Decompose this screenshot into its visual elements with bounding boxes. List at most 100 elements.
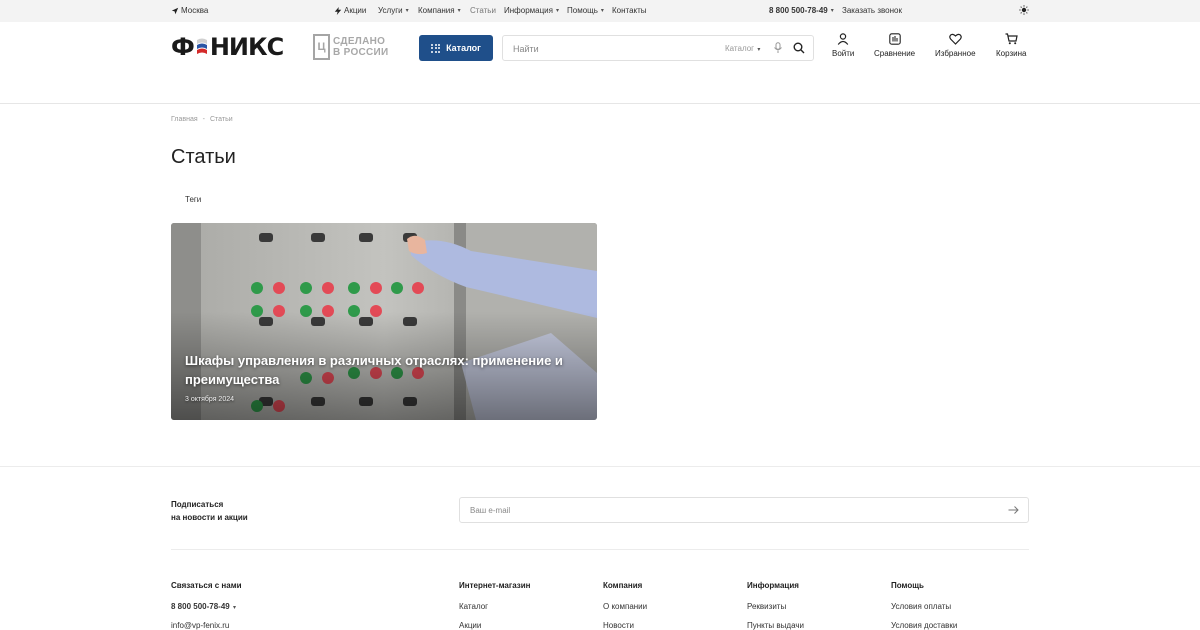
nav-label: Контакты (612, 6, 647, 15)
footer-heading: Связаться с нами (171, 581, 242, 590)
nav-label: Помощь (567, 6, 598, 15)
subscribe-label: Подписаться на новости и акции (171, 498, 291, 524)
chevron-down-icon: ▾ (600, 8, 604, 14)
footer-link[interactable]: Реквизиты (747, 602, 804, 621)
footer-column-help: Помощь Условия оплаты Условия доставки (891, 581, 957, 630)
footer-column-company: Компания О компании Новости (603, 581, 647, 630)
login-button[interactable]: Войти (832, 33, 854, 58)
footer-link[interactable]: Акции (459, 621, 530, 630)
callback-label: Заказать звонок (842, 6, 902, 15)
bolt-icon (334, 6, 342, 15)
subscribe-line1: Подписаться (171, 500, 224, 509)
footer-heading: Информация (747, 581, 799, 590)
site-footer: Подписаться на новости и акции Ваш e-mai… (0, 466, 1200, 630)
cart-label: Корзина (996, 49, 1027, 58)
nav-label: Акции (344, 6, 367, 15)
footer-phone[interactable]: 8 800 500-78-49 ▾ (171, 602, 242, 621)
footer-link[interactable]: Каталог (459, 602, 530, 621)
heart-icon (948, 33, 962, 45)
search-icon[interactable] (793, 42, 805, 54)
tags-filter[interactable]: Теги (176, 190, 210, 208)
topbar-phone[interactable]: 8 800 500-78-49 ▾ (769, 6, 834, 15)
site-logo[interactable]: Ф НИКС (171, 33, 295, 61)
top-bar: Москва Акции Услуги ▾ Компания ▾ Статьи Ин… (0, 0, 1200, 22)
sun-icon (1019, 5, 1029, 15)
chevron-down-icon: ▾ (457, 8, 461, 14)
catalog-button-label: Каталог (446, 43, 481, 53)
footer-divider (171, 549, 1029, 550)
chevron-down-icon: ▾ (555, 8, 559, 14)
nav-articles[interactable]: Статьи (470, 6, 496, 15)
made-in-box: Ц (313, 34, 330, 60)
arrow-right-icon[interactable] (1008, 505, 1019, 515)
phone-number: 8 800 500-78-49 (769, 6, 828, 15)
compare-label: Сравнение (874, 49, 916, 58)
microphone-icon[interactable] (773, 42, 783, 54)
nav-label: Компания (418, 6, 455, 15)
cart-button[interactable]: Корзина (996, 33, 1026, 58)
login-label: Войти (832, 49, 855, 58)
search-scope-label: Каталог (725, 44, 755, 53)
compare-button[interactable]: Сравнение (874, 33, 915, 58)
chevron-down-icon: ▾ (405, 8, 409, 14)
footer-link[interactable]: Условия оплаты (891, 602, 957, 621)
nav-services[interactable]: Услуги ▾ (378, 6, 409, 15)
article-card[interactable]: Шкафы управления в различных отраслях: п… (171, 223, 597, 420)
made-in-line2: В РОССИИ (333, 47, 389, 58)
nav-company[interactable]: Компания ▾ (418, 6, 461, 15)
favorites-button[interactable]: Избранное (935, 33, 976, 58)
logo-text-right: НИКС (209, 33, 284, 61)
city-label: Москва (181, 6, 209, 15)
nav-contacts[interactable]: Контакты (612, 6, 647, 15)
footer-email-link[interactable]: info@vp-fenix.ru (171, 621, 242, 630)
footer-column-shop: Интернет-магазин Каталог Акции (459, 581, 530, 630)
nav-label: Услуги (378, 6, 403, 15)
search-input[interactable]: Найти (513, 44, 539, 54)
footer-link[interactable]: Условия доставки (891, 621, 957, 630)
article-title[interactable]: Шкафы управления в различных отраслях: п… (185, 351, 585, 389)
chevron-down-icon: ▾ (757, 47, 761, 53)
footer-heading: Интернет-магазин (459, 581, 531, 590)
chevron-down-icon: ▾ (830, 8, 834, 14)
made-in-line1: СДЕЛАНО (333, 36, 386, 47)
city-selector[interactable]: Москва (171, 6, 208, 15)
nav-help[interactable]: Помощь ▾ (567, 6, 604, 15)
location-arrow-icon (171, 7, 179, 14)
email-placeholder: Ваш e-mail (470, 506, 511, 515)
callback-link[interactable]: Заказать звонок (842, 6, 902, 15)
breadcrumb: Главная - Статьи (171, 116, 233, 123)
logo-text-left: Ф (171, 33, 195, 61)
article-date: 3 октября 2024 (185, 396, 234, 403)
chevron-down-icon: ▾ (232, 605, 236, 611)
footer-column-info: Информация Реквизиты Пункты выдачи (747, 581, 804, 630)
footer-contacts: Связаться с нами 8 800 500-78-49 ▾ info@… (171, 581, 242, 630)
footer-link[interactable]: О компании (603, 602, 647, 621)
nav-information[interactable]: Информация ▾ (504, 6, 559, 15)
compare-icon (888, 33, 901, 45)
catalog-button[interactable]: Каталог (419, 35, 493, 61)
page-title: Статьи (171, 146, 236, 168)
subscribe-line2: на новости и акции (171, 513, 248, 522)
nav-label: Статьи (470, 6, 496, 15)
search-scope-select[interactable]: Каталог ▾ (725, 44, 760, 53)
subscribe-email-field[interactable]: Ваш e-mail (459, 497, 1029, 523)
breadcrumb-home[interactable]: Главная (171, 116, 198, 123)
search-bar[interactable]: Найти Каталог ▾ (502, 35, 814, 61)
footer-heading: Помощь (891, 581, 924, 590)
theme-toggle[interactable] (1019, 5, 1029, 15)
article-image (171, 223, 597, 420)
footer-heading: Компания (603, 581, 643, 590)
user-icon (837, 33, 849, 45)
breadcrumb-separator: - (202, 116, 205, 123)
site-header: Ф НИКС Ц СДЕЛАНО В РОССИИ Каталог Найти … (0, 22, 1200, 104)
nav-promotions[interactable]: Акции (334, 6, 366, 15)
nav-label: Информация (504, 6, 553, 15)
footer-phone-number: 8 800 500-78-49 (171, 602, 230, 611)
cart-icon (1005, 33, 1018, 45)
logo-flag-icon (195, 36, 209, 58)
made-in-russia-badge: Ц СДЕЛАНО В РОССИИ (313, 33, 401, 61)
footer-link[interactable]: Новости (603, 621, 647, 630)
grid-icon (431, 43, 441, 53)
footer-link[interactable]: Пункты выдачи (747, 621, 804, 630)
breadcrumb-current: Статьи (210, 116, 233, 123)
